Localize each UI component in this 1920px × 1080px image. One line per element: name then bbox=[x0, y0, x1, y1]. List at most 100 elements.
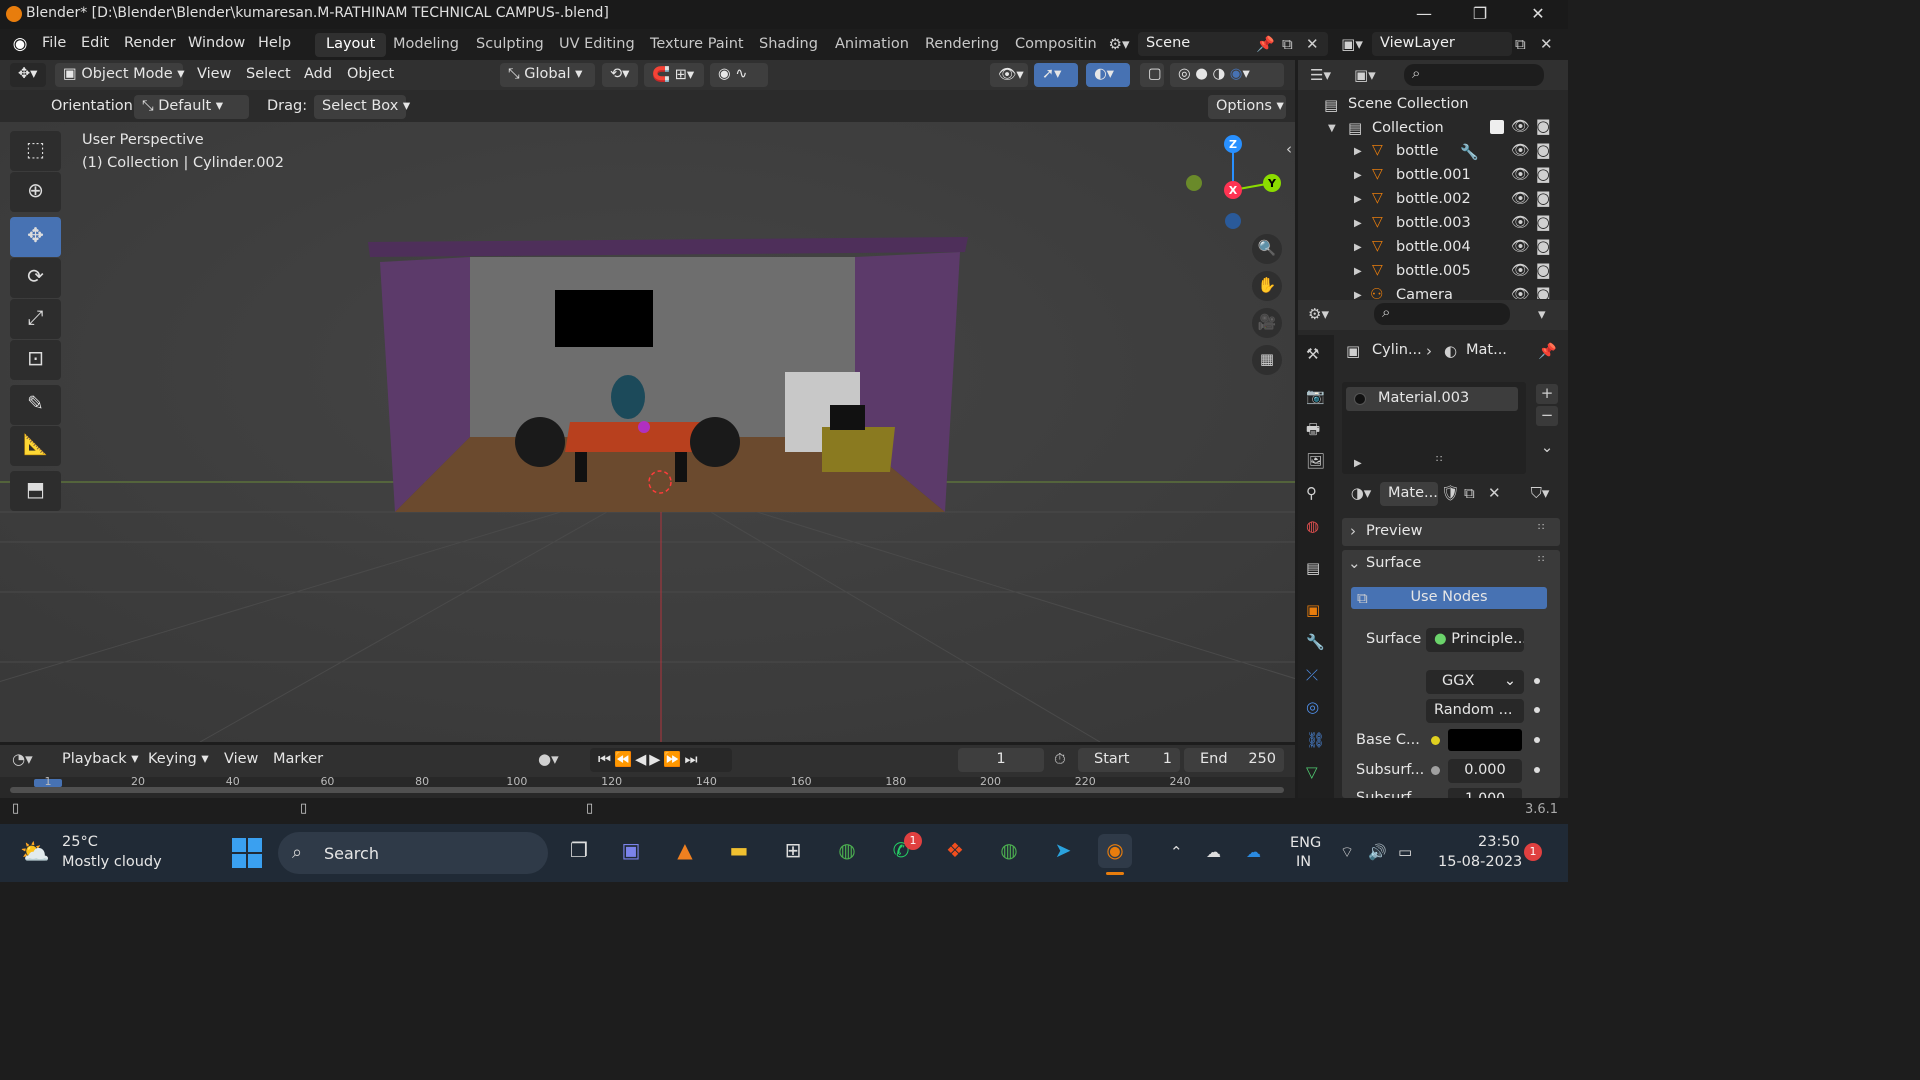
task-view-icon[interactable]: ❐ bbox=[562, 834, 596, 868]
tab-layout[interactable]: Layout bbox=[315, 33, 387, 57]
zoom-icon[interactable]: 🔍 bbox=[1252, 234, 1282, 264]
navigation-gizmo[interactable]: Z Y X bbox=[1180, 134, 1290, 244]
list-item[interactable]: ▶ ▽ bottle 🔧 👁 ◙ bbox=[1298, 141, 1568, 165]
output-tab-icon[interactable]: 🖶 bbox=[1306, 419, 1320, 444]
telegram-icon[interactable]: ➤ bbox=[1046, 834, 1080, 868]
surface-shader-dropdown[interactable]: ● Principle... bbox=[1426, 628, 1524, 652]
constraints-tab-icon[interactable]: ⛓ bbox=[1306, 731, 1325, 749]
overlay-toggle-icon[interactable]: ◐▾ bbox=[1086, 63, 1130, 87]
transform-tool-icon[interactable]: ⊡ bbox=[10, 340, 61, 380]
measure-tool-icon[interactable]: 📐 bbox=[10, 426, 61, 466]
drag-handle-icon[interactable]: ∷ bbox=[1538, 522, 1544, 533]
pin-icon[interactable]: 📌 bbox=[1256, 35, 1275, 53]
chrome-profile-icon[interactable]: ◍ bbox=[992, 834, 1026, 868]
annotate-tool-icon[interactable]: ✎ bbox=[10, 385, 61, 425]
current-frame-field[interactable]: 1 bbox=[958, 748, 1044, 772]
list-item[interactable]: ▶ ⚇ Camera 👁 ◙ bbox=[1298, 285, 1568, 299]
store-icon[interactable]: ⊞ bbox=[776, 834, 810, 868]
subsurface2-value-field[interactable]: 1.000 bbox=[1448, 788, 1522, 798]
scene-collection-label[interactable]: Scene Collection bbox=[1348, 96, 1469, 112]
tab-animation[interactable]: Animation bbox=[824, 33, 920, 57]
teams-icon[interactable]: ▣ bbox=[614, 834, 648, 868]
eye-icon[interactable]: 👁 bbox=[1511, 285, 1530, 299]
close-button[interactable]: ✕ bbox=[1526, 4, 1550, 24]
new-view-layer-icon[interactable]: ⧉ bbox=[1515, 35, 1526, 53]
pivot-point-icon[interactable]: ⟲▾ bbox=[602, 63, 638, 87]
properties-editor-icon[interactable]: ⚙▾ bbox=[1308, 305, 1329, 323]
properties-options-icon[interactable]: ▾ bbox=[1538, 305, 1546, 323]
chevron-down-icon[interactable]: ⌄ bbox=[1348, 554, 1361, 572]
mode-dropdown[interactable]: ▣ Object Mode ▾ bbox=[55, 63, 185, 87]
eye-icon[interactable]: 👁 bbox=[1511, 189, 1530, 207]
eye-icon[interactable]: 👁 bbox=[1511, 237, 1530, 255]
move-tool-icon[interactable]: ✥ bbox=[10, 217, 61, 257]
camera-render-icon[interactable]: ◙ bbox=[1536, 117, 1551, 135]
file-explorer-icon[interactable]: ▬ bbox=[722, 834, 756, 868]
list-item[interactable]: ▶ ▽ bottle.005 👁 ◙ bbox=[1298, 261, 1568, 285]
display-mode-icon[interactable]: ▣▾ bbox=[1354, 66, 1376, 84]
link-type-icon[interactable]: ⛉▾ bbox=[1522, 484, 1558, 502]
menu-edit[interactable]: Edit bbox=[81, 35, 109, 51]
camera-view-icon[interactable]: 🎥 bbox=[1252, 308, 1282, 338]
view-layer-field[interactable]: ViewLayer bbox=[1372, 32, 1512, 56]
blender-menu-icon[interactable]: ◉ bbox=[10, 34, 30, 54]
subsurface-value-field[interactable]: 0.000 bbox=[1448, 759, 1522, 783]
view-layer-tab-icon[interactable]: 🖼 bbox=[1306, 452, 1325, 470]
region-label[interactable]: IN bbox=[1296, 854, 1311, 870]
properties-search-input[interactable]: ⌕ bbox=[1374, 303, 1510, 325]
eye-icon[interactable]: 👁 bbox=[1511, 117, 1530, 135]
expand-slots-icon[interactable]: ▶ bbox=[1354, 458, 1362, 469]
menu-object[interactable]: Object bbox=[347, 66, 394, 82]
particles-tab-icon[interactable]: ⤫ bbox=[1306, 666, 1318, 684]
weather-cloud-icon[interactable]: ⛅ bbox=[20, 838, 50, 866]
transform-orientation-dropdown[interactable]: ⤡ Global ▾ bbox=[500, 63, 595, 87]
pan-hand-icon[interactable]: ✋ bbox=[1252, 271, 1282, 301]
camera-render-icon[interactable]: ◙ bbox=[1536, 285, 1551, 299]
volume-icon[interactable]: 🔊 bbox=[1368, 843, 1387, 861]
proportional-editing-icon[interactable]: ◉ ∿ bbox=[710, 63, 768, 87]
visibility-icon[interactable]: 👁▾ bbox=[990, 63, 1028, 87]
timeline-scrollbar[interactable] bbox=[10, 787, 1284, 793]
remove-slot-button[interactable]: − bbox=[1536, 406, 1558, 426]
notification-badge[interactable]: 1 bbox=[1524, 843, 1542, 861]
timeline-ruler[interactable]: 1 20 40 60 80 100 120 140 160 180 200 220 240 bbox=[0, 775, 1295, 798]
unlink-material-icon[interactable]: ✕ bbox=[1488, 484, 1501, 502]
keying-menu[interactable]: Keying ▾ bbox=[148, 751, 209, 767]
minimize-button[interactable]: — bbox=[1412, 4, 1436, 24]
tool-tab-icon[interactable]: ⚒ bbox=[1306, 345, 1319, 363]
tab-texture-paint[interactable]: Texture Paint bbox=[639, 33, 755, 57]
material-slot-row[interactable]: Material.003 bbox=[1346, 387, 1518, 411]
select-box-tool-icon[interactable]: ⬚ bbox=[10, 131, 61, 171]
slot-specials-icon[interactable]: ⌄ bbox=[1536, 438, 1558, 458]
socket-icon[interactable] bbox=[1431, 766, 1440, 775]
new-scene-icon[interactable]: ⧉ bbox=[1282, 35, 1293, 53]
perspective-toggle-icon[interactable]: ▦ bbox=[1252, 345, 1282, 375]
menu-window[interactable]: Window bbox=[188, 35, 245, 51]
collection-label[interactable]: Collection bbox=[1372, 120, 1444, 136]
modifier-tab-icon[interactable]: 🔧 bbox=[1306, 633, 1325, 651]
playback-menu[interactable]: Playback ▾ bbox=[62, 751, 139, 767]
drag-handle-icon[interactable]: ∷ bbox=[1538, 554, 1544, 565]
eye-icon[interactable]: 👁 bbox=[1511, 165, 1530, 183]
tab-shading[interactable]: Shading bbox=[748, 33, 829, 57]
world-tab-icon[interactable]: ◍ bbox=[1306, 517, 1319, 535]
rotate-tool-icon[interactable]: ⟳ bbox=[10, 258, 61, 298]
keyframe-dot-icon[interactable] bbox=[1534, 707, 1540, 713]
windows-start-icon[interactable] bbox=[232, 838, 262, 868]
timeline-view-menu[interactable]: View bbox=[224, 751, 258, 767]
scene-tab-icon[interactable]: ⚲ bbox=[1306, 484, 1317, 502]
xray-icon[interactable]: ▢ bbox=[1140, 63, 1164, 87]
tab-uv-editing[interactable]: UV Editing bbox=[548, 33, 646, 57]
tab-compositing[interactable]: Compositin bbox=[1004, 33, 1096, 57]
render-tab-icon[interactable]: 📷 bbox=[1306, 387, 1325, 405]
material-name-field[interactable]: Mate... bbox=[1380, 482, 1438, 506]
timeline-editor-icon[interactable]: ◔▾ bbox=[12, 750, 33, 768]
camera-render-icon[interactable]: ◙ bbox=[1536, 165, 1551, 183]
shading-mode-icons[interactable]: ◎ ● ◑ ◉▾ bbox=[1170, 63, 1284, 87]
scale-tool-icon[interactable]: ⤢ bbox=[10, 299, 61, 339]
collection-tab-icon[interactable]: ▤ bbox=[1306, 559, 1320, 577]
keyframe-dot-icon[interactable] bbox=[1534, 767, 1540, 773]
delete-scene-icon[interactable]: ✕ bbox=[1306, 35, 1319, 53]
duplicate-material-icon[interactable]: ⧉ bbox=[1464, 484, 1475, 502]
list-item[interactable]: ▶ ▽ bottle.002 👁 ◙ bbox=[1298, 189, 1568, 213]
